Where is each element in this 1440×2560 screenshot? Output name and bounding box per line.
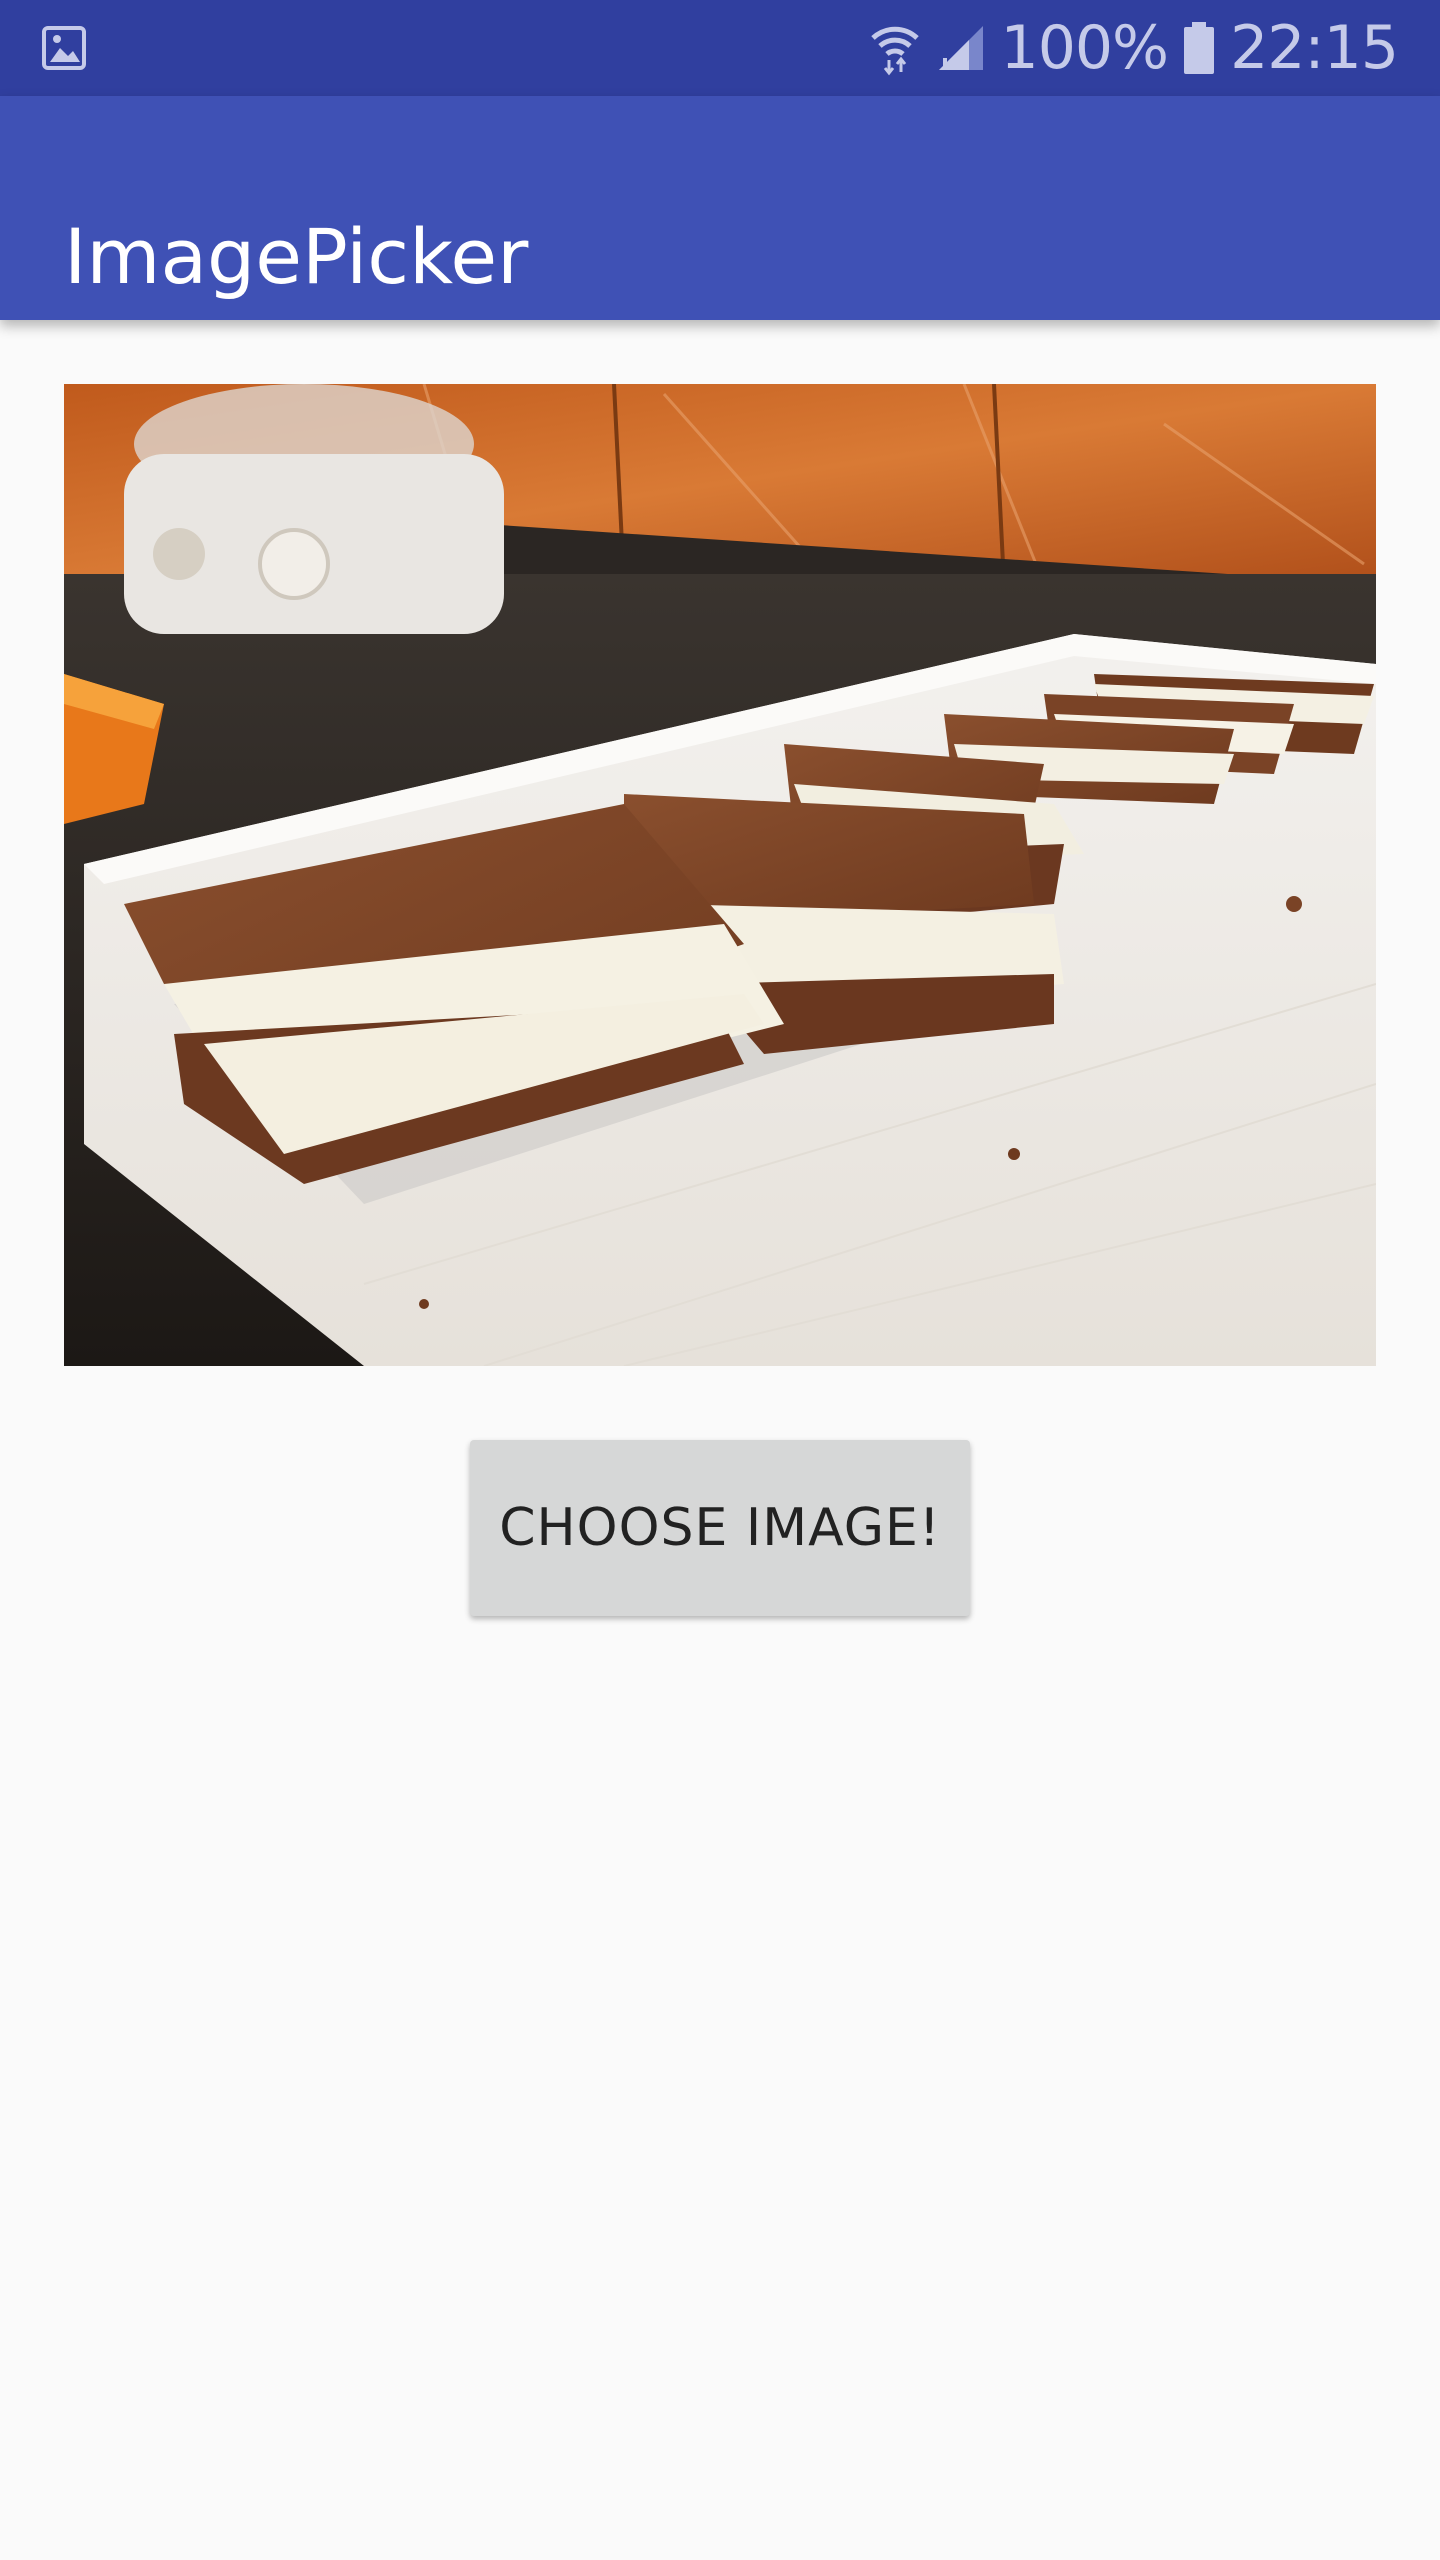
selected-image	[64, 384, 1376, 1366]
cell-signal-icon	[938, 26, 983, 70]
cake-photo	[64, 384, 1376, 1366]
app-bar: ImagePicker	[0, 96, 1440, 320]
status-bar: 100% 22:15	[0, 0, 1440, 96]
wifi-icon	[870, 26, 919, 76]
choose-image-button[interactable]: CHOOSE IMAGE!	[470, 1440, 970, 1616]
app-title: ImagePicker	[64, 211, 529, 301]
status-icons: 100% 22:15	[869, 0, 1399, 96]
battery-percent: 100%	[1000, 13, 1170, 83]
image-icon	[42, 26, 86, 70]
clock-time: 22:15	[1230, 13, 1399, 83]
battery-icon	[1184, 22, 1215, 74]
